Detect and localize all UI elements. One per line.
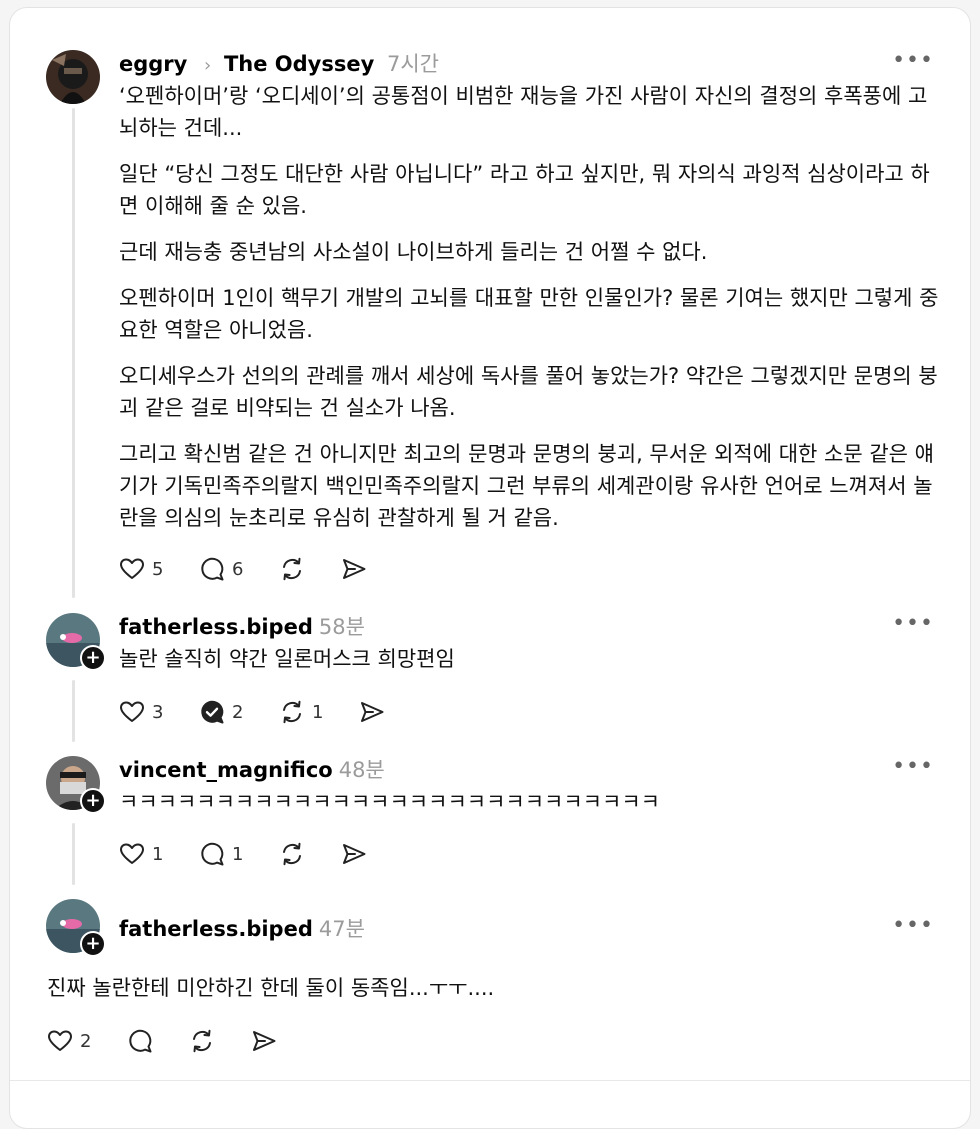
post-body: ㅋㅋㅋㅋㅋㅋㅋㅋㅋㅋㅋㅋㅋㅋㅋㅋㅋㅋㅋㅋㅋㅋㅋㅋㅋㅋㅋㅋ xyxy=(119,790,660,814)
repost-icon xyxy=(278,698,306,726)
thread-line xyxy=(72,108,75,598)
heart-icon xyxy=(46,1027,74,1055)
avatar[interactable] xyxy=(46,50,100,104)
paragraph: 일단 “당신 그정도 대단한 사람 아닙니다” 라고 하고 싶지만, 뭐 자의식… xyxy=(119,162,930,218)
paragraph: 오펜하이머 1인이 핵무기 개발의 고뇌를 대표할 만한 인물인가? 물론 기여… xyxy=(119,286,939,342)
username[interactable]: vincent_magnifico xyxy=(119,758,333,782)
post-body: 진짜 놀란한테 미안하긴 한데 둘이 동족임...ㅜㅜ.... xyxy=(47,976,495,1000)
post-header: eggry › The Odyssey 7시간 xyxy=(119,48,439,78)
repost-button[interactable] xyxy=(278,840,340,868)
repost-button[interactable] xyxy=(278,555,340,583)
share-button[interactable] xyxy=(340,555,368,583)
reply-count: 1 xyxy=(232,843,244,865)
reply-button[interactable]: 6 xyxy=(198,555,278,583)
post-body: 놀란 솔직히 약간 일론머스크 희망편임 xyxy=(119,647,455,671)
like-button[interactable]: 5 xyxy=(118,555,198,583)
more-icon[interactable]: ••• xyxy=(892,48,934,73)
action-bar: 2 xyxy=(46,1026,278,1056)
thread-line xyxy=(72,823,75,885)
comment-icon xyxy=(198,840,226,868)
thread-line xyxy=(72,680,75,742)
heart-icon xyxy=(118,698,146,726)
share-button[interactable] xyxy=(250,1027,278,1055)
divider xyxy=(10,1080,970,1081)
paragraph: ‘오펜하이머’랑 ‘오디세이’의 공통점이 비범한 재능을 가진 사람이 자신의… xyxy=(119,84,928,140)
follow-plus-icon[interactable]: + xyxy=(80,788,106,814)
send-icon xyxy=(358,698,386,726)
reply-button[interactable] xyxy=(126,1027,188,1055)
follow-plus-icon[interactable]: + xyxy=(80,931,106,957)
post-header: fatherless.biped 47분 xyxy=(119,913,365,943)
like-button[interactable]: 3 xyxy=(118,698,198,726)
like-count: 3 xyxy=(152,701,164,723)
reply-button[interactable]: 1 xyxy=(198,840,278,868)
comment-icon xyxy=(198,555,226,583)
reply-count: 6 xyxy=(232,558,244,580)
heart-icon xyxy=(118,555,146,583)
username[interactable]: eggry xyxy=(119,52,187,76)
send-icon xyxy=(340,555,368,583)
action-bar: 1 1 xyxy=(118,839,368,869)
send-icon xyxy=(250,1027,278,1055)
repost-icon xyxy=(278,840,306,868)
reply-button[interactable]: 2 xyxy=(198,698,278,726)
comment-check-icon xyxy=(198,698,226,726)
paragraph: 근데 재능충 중년남의 사소설이 나이브하게 들리는 건 어쩔 수 없다. xyxy=(119,240,708,264)
more-icon[interactable]: ••• xyxy=(892,754,934,779)
share-button[interactable] xyxy=(340,840,368,868)
more-icon[interactable]: ••• xyxy=(892,611,934,636)
action-bar: 3 2 1 xyxy=(118,697,386,727)
like-count: 2 xyxy=(80,1030,92,1052)
like-count: 5 xyxy=(152,558,164,580)
timestamp[interactable]: 48분 xyxy=(339,758,385,782)
more-icon[interactable]: ••• xyxy=(892,913,934,938)
send-icon xyxy=(340,840,368,868)
follow-plus-icon[interactable]: + xyxy=(80,645,106,671)
repost-icon xyxy=(188,1027,216,1055)
share-button[interactable] xyxy=(358,698,386,726)
paragraph: 오디세우스가 선의의 관례를 깨서 세상에 독사를 풀어 놓았는가? 약간은 그… xyxy=(119,364,938,420)
reply-count: 2 xyxy=(232,701,244,723)
repost-button[interactable]: 1 xyxy=(278,698,358,726)
timestamp[interactable]: 7시간 xyxy=(387,52,439,76)
thread-card: eggry › The Odyssey 7시간 ••• ‘오펜하이머’랑 ‘오디… xyxy=(9,7,971,1129)
repost-icon xyxy=(278,555,306,583)
username[interactable]: fatherless.biped xyxy=(119,615,313,639)
post-header: fatherless.biped 58분 xyxy=(119,611,365,641)
username[interactable]: fatherless.biped xyxy=(119,917,313,941)
like-count: 1 xyxy=(152,843,164,865)
like-button[interactable]: 2 xyxy=(46,1027,126,1055)
chevron-right-icon: › xyxy=(204,55,212,76)
repost-count: 1 xyxy=(312,701,324,723)
post-header: vincent_magnifico 48분 xyxy=(119,754,385,784)
post-body: ‘오펜하이머’랑 ‘오디세이’의 공통점이 비범한 재능을 가진 사람이 자신의… xyxy=(119,80,939,548)
comment-icon xyxy=(126,1027,154,1055)
community-name[interactable]: The Odyssey xyxy=(224,52,374,76)
like-button[interactable]: 1 xyxy=(118,840,198,868)
heart-icon xyxy=(118,840,146,868)
action-bar: 5 6 xyxy=(118,554,368,584)
repost-button[interactable] xyxy=(188,1027,250,1055)
timestamp[interactable]: 58분 xyxy=(319,615,365,639)
timestamp[interactable]: 47분 xyxy=(319,917,365,941)
paragraph: 그리고 확신범 같은 건 아니지만 최고의 문명과 문명의 붕괴, 무서운 외적… xyxy=(119,442,934,530)
